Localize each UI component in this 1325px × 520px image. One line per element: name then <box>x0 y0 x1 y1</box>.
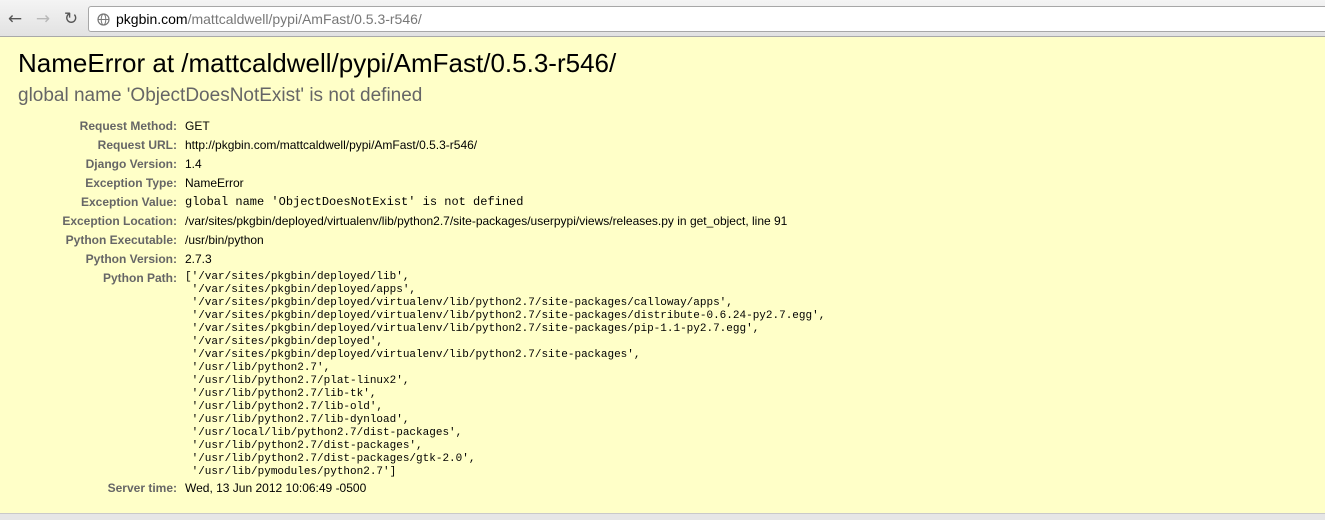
meta-label: Exception Value: <box>80 195 177 209</box>
meta-label: Django Version: <box>85 157 177 171</box>
meta-label: Python Path: <box>103 271 177 285</box>
meta-row-python-path: Python Path: ['/var/sites/pkgbin/deploye… <box>18 269 825 479</box>
path-line: ['/var/sites/pkgbin/deployed/lib', <box>185 271 410 283</box>
path-line: '/usr/lib/python2.7/dist-packages', <box>185 440 423 452</box>
python-path-list: ['/var/sites/pkgbin/deployed/lib', '/var… <box>185 269 825 479</box>
path-line: '/var/sites/pkgbin/deployed/apps', <box>185 284 417 296</box>
meta-value: global name 'ObjectDoesNotExist' is not … <box>185 195 524 209</box>
path-line: '/usr/lib/pymodules/python2.7'] <box>185 466 397 478</box>
path-line: '/var/sites/pkgbin/deployed/virtualenv/l… <box>185 297 733 309</box>
meta-row-request-method: Request Method: GET <box>18 117 825 136</box>
arrow-right-icon[interactable]: → <box>32 8 54 30</box>
meta-value: /usr/bin/python <box>185 233 264 247</box>
path-line: '/usr/lib/python2.7/plat-linux2', <box>185 375 410 387</box>
meta-row-python-version: Python Version: 2.7.3 <box>18 250 825 269</box>
meta-row-server-time: Server time: Wed, 13 Jun 2012 10:06:49 -… <box>18 479 825 498</box>
meta-value: NameError <box>185 176 244 190</box>
browser-toolbar: ← → ↻ pkgbin.com/mattcaldwell/pypi/AmFas… <box>0 0 1325 37</box>
meta-value: 1.4 <box>185 157 202 171</box>
path-line: '/usr/lib/python2.7', <box>185 362 331 374</box>
meta-value: 2.7.3 <box>185 252 212 266</box>
request-meta-table: Request Method: GET Request URL: http://… <box>18 117 825 498</box>
path-line: '/var/sites/pkgbin/deployed/virtualenv/l… <box>185 310 826 322</box>
meta-label: Python Version: <box>85 252 177 266</box>
meta-label: Exception Type: <box>85 176 177 190</box>
meta-label: Exception Location: <box>62 214 177 228</box>
section-divider <box>0 513 1325 520</box>
meta-label: Server time: <box>107 481 177 495</box>
reload-icon[interactable]: ↻ <box>60 8 82 30</box>
url-text[interactable]: pkgbin.com/mattcaldwell/pypi/AmFast/0.5.… <box>116 11 422 27</box>
path-line: '/usr/lib/python2.7/lib-old', <box>185 401 384 413</box>
path-line: '/var/sites/pkgbin/deployed', <box>185 336 384 348</box>
meta-label: Python Executable: <box>65 233 177 247</box>
path-line: '/var/sites/pkgbin/deployed/virtualenv/l… <box>185 323 760 335</box>
path-line: '/usr/lib/python2.7/lib-tk', <box>185 388 377 400</box>
path-line: '/var/sites/pkgbin/deployed/virtualenv/l… <box>185 349 641 361</box>
meta-value: ['/var/sites/pkgbin/deployed/lib', '/var… <box>185 269 825 479</box>
meta-label: Request Method: <box>79 119 177 133</box>
path-line: '/usr/lib/python2.7/lib-dynload', <box>185 414 410 426</box>
error-subtitle: global name 'ObjectDoesNotExist' is not … <box>18 85 423 106</box>
meta-row-exception-type: Exception Type: NameError <box>18 174 825 193</box>
url-host: pkgbin.com <box>116 11 188 27</box>
meta-value: /var/sites/pkgbin/deployed/virtualenv/li… <box>185 214 788 228</box>
meta-row-python-executable: Python Executable: /usr/bin/python <box>18 231 825 250</box>
meta-row-exception-location: Exception Location: /var/sites/pkgbin/de… <box>18 212 825 231</box>
meta-value: http://pkgbin.com/mattcaldwell/pypi/AmFa… <box>185 138 478 152</box>
page-title: NameError at /mattcaldwell/pypi/AmFast/0… <box>18 48 617 78</box>
meta-row-exception-value: Exception Value: global name 'ObjectDoes… <box>18 193 825 212</box>
path-line: '/usr/lib/python2.7/dist-packages/gtk-2.… <box>185 453 476 465</box>
url-path: /mattcaldwell/pypi/AmFast/0.5.3-r546/ <box>187 11 422 27</box>
meta-row-django-version: Django Version: 1.4 <box>18 155 825 174</box>
path-line: '/usr/local/lib/python2.7/dist-packages'… <box>185 427 463 439</box>
meta-label: Request URL: <box>97 138 177 152</box>
arrow-left-icon[interactable]: ← <box>4 8 26 30</box>
address-bar[interactable]: pkgbin.com/mattcaldwell/pypi/AmFast/0.5.… <box>88 6 1325 32</box>
error-summary: NameError at /mattcaldwell/pypi/AmFast/0… <box>0 37 1325 513</box>
globe-icon <box>96 12 110 26</box>
meta-value: Wed, 13 Jun 2012 10:06:49 -0500 <box>185 481 367 495</box>
meta-value: GET <box>185 119 210 133</box>
meta-row-request-url: Request URL: http://pkgbin.com/mattcaldw… <box>18 136 825 155</box>
